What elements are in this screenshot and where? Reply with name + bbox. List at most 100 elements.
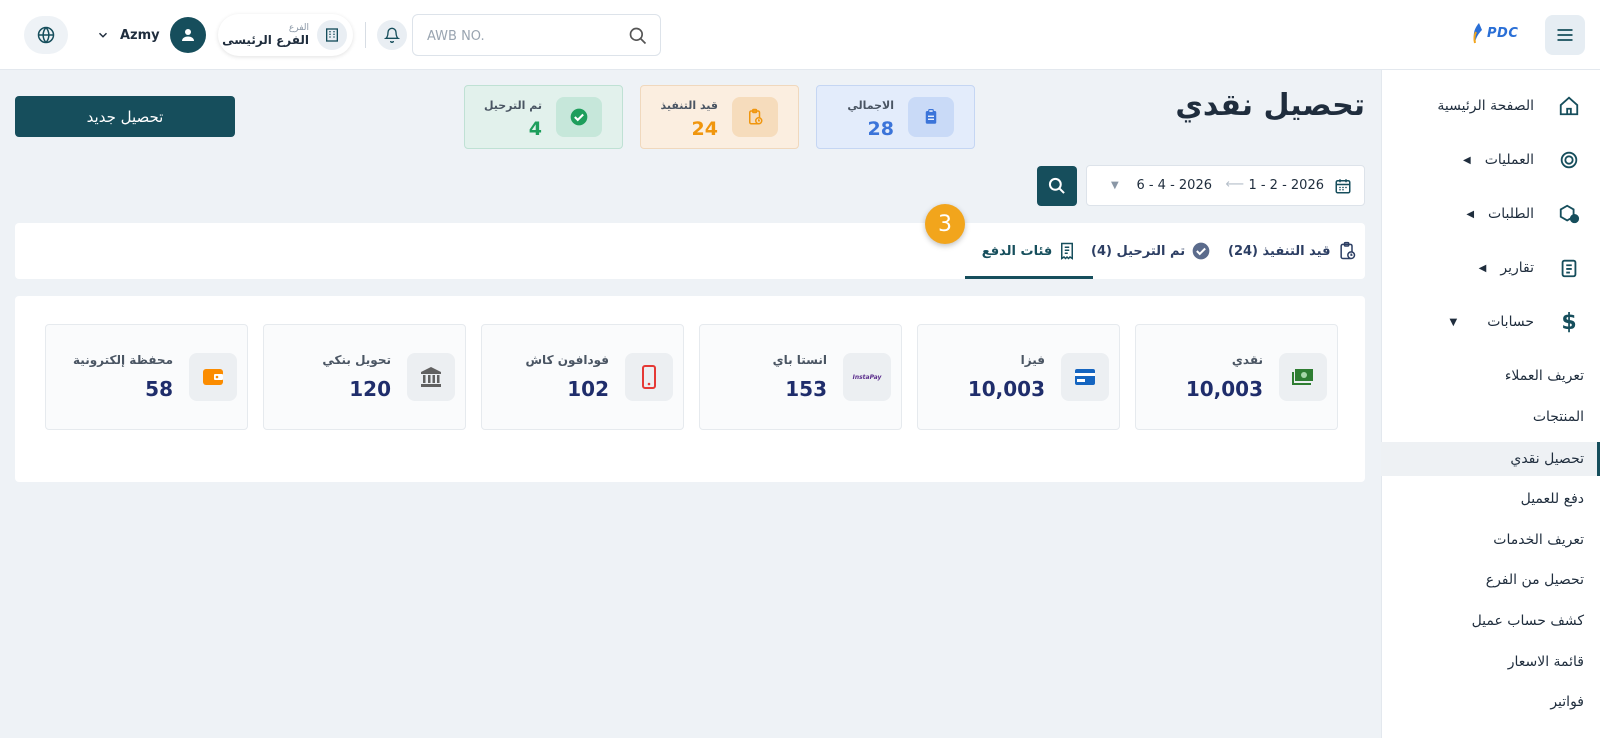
arrow-left-icon: ⟵ [1225, 177, 1244, 192]
date-range-picker[interactable]: 1 - 2 - 2026 ⟵ 6 - 4 - 2026 ▼ [1086, 165, 1365, 206]
logo-text: PDC [1487, 25, 1519, 41]
calendar-icon [1335, 179, 1351, 194]
payment-method-cash: نقدي 10,003 [1135, 324, 1338, 430]
new-collection-button[interactable]: تحصيل جديد [15, 96, 235, 137]
sidebar-item-label: حسابات [1487, 314, 1534, 330]
sidebar-item-label: الصفحة الرئيسية [1437, 98, 1534, 114]
payment-method-e-wallet: محفظة إلكترونية 58 [45, 324, 248, 430]
avatar [169, 17, 206, 53]
sidebar-item-reports[interactable]: تقارير ◀ [1381, 250, 1600, 286]
clipboard-clock-icon [749, 108, 763, 125]
home-icon [1559, 96, 1579, 116]
tabs-bar: قيد التنفيذ (24) تم الترحيل (4) فئات الد… [15, 223, 1365, 279]
awb-search [412, 14, 661, 56]
sidebar-item-accounts[interactable]: $ حسابات ▼ [1381, 304, 1600, 340]
sidebar-subitem-services[interactable]: تعريف الخدمات [1381, 523, 1600, 557]
divider [365, 22, 366, 48]
clipboard-clock-icon [1339, 241, 1355, 260]
step-badge: 3 [925, 204, 965, 244]
payment-method-value: 10,003 [967, 377, 1045, 401]
sidebar-item-label: الطلبات [1488, 206, 1534, 222]
stat-value: 28 [867, 118, 894, 140]
sidebar-subitem-customers[interactable]: تعريف العملاء [1381, 359, 1600, 393]
tab-pending[interactable]: قيد التنفيذ (24) [1228, 223, 1357, 279]
branch-label: الفرع [288, 23, 309, 33]
sidebar-subitem-products[interactable]: المنتجات [1381, 400, 1600, 434]
top-bar: Azmy الفرع الفرع الرئيسى PDC [0, 0, 1600, 70]
app-logo: PDC [1470, 22, 1518, 44]
chevron-down-icon [98, 32, 108, 38]
active-tab-indicator [965, 276, 1093, 279]
payment-method-value: 102 [567, 377, 609, 401]
sidebar-item-label: العمليات [1484, 152, 1534, 168]
sidebar-item-operations[interactable]: العمليات ◀ [1381, 142, 1600, 178]
logo-mark-icon [1473, 23, 1482, 44]
instapay-icon: InstaPay [852, 373, 882, 381]
tab-payment-categories[interactable]: فئات الدفع [965, 223, 1093, 279]
tab-label: قيد التنفيذ (24) [1228, 243, 1331, 259]
sidebar-subitem-cash-collection[interactable]: تحصيل نقدي [1381, 442, 1600, 476]
sidebar-item-home[interactable]: الصفحة الرئيسية [1381, 88, 1600, 124]
sidebar-item-orders[interactable]: الطلبات ◀ [1381, 196, 1600, 232]
stat-label: قيد التنفيذ [660, 99, 718, 112]
sidebar-subitem-price-list[interactable]: قائمة الاسعار [1381, 645, 1600, 679]
sidebar-subitem-branch-collection[interactable]: تحصيل من الفرع [1381, 563, 1600, 597]
branch-value: الفرع الرئيسى [222, 33, 309, 47]
payment-method-label: انستا باي [772, 353, 827, 367]
bank-icon [421, 367, 441, 387]
sidebar: الصفحة الرئيسية العمليات ◀ الطلبات ◀ تقا… [1381, 70, 1600, 738]
payment-method-label: محفظة إلكترونية [73, 353, 173, 367]
caret-left-icon: ◀ [1478, 262, 1487, 274]
caret-down-icon: ▼ [1449, 316, 1458, 328]
notifications-button[interactable] [377, 20, 407, 50]
mobile-icon [642, 365, 656, 389]
sidebar-subitem-invoices[interactable]: فواتير [1381, 685, 1600, 719]
operations-icon [1560, 151, 1578, 169]
stat-pending: قيد التنفيذ 24 [640, 85, 799, 149]
menu-toggle-button[interactable] [1545, 15, 1585, 55]
clipboard-icon [925, 108, 937, 124]
globe-icon [37, 26, 55, 44]
language-button[interactable] [24, 16, 68, 54]
payment-method-value: 153 [785, 377, 827, 401]
page-title: تحصيل نقدي [1175, 88, 1365, 123]
stat-value: 24 [691, 118, 718, 140]
search-button[interactable] [1037, 166, 1077, 206]
stat-label: تم الترحيل [483, 99, 542, 112]
search-icon [1048, 177, 1065, 194]
caret-left-icon: ◀ [1462, 154, 1471, 166]
reports-icon [1561, 259, 1577, 278]
hamburger-icon [1557, 29, 1573, 41]
tab-label: فئات الدفع [981, 243, 1053, 259]
awb-search-input[interactable] [427, 25, 617, 47]
card-icon [1075, 369, 1095, 385]
caret-left-icon: ◀ [1466, 208, 1475, 220]
payment-method-instapay: InstaPay انستا باي 153 [699, 324, 902, 430]
payment-method-label: فيزا [1020, 353, 1045, 367]
stat-total: الاجمالي 28 [816, 85, 975, 149]
branch-selector[interactable]: الفرع الفرع الرئيسى [218, 14, 353, 56]
payment-method-label: تحويل بنكي [322, 353, 391, 367]
check-circle-icon [1192, 242, 1210, 260]
date-to: 6 - 4 - 2026 [1136, 178, 1212, 193]
building-icon [317, 20, 347, 50]
username: Azmy [120, 27, 160, 43]
user-menu[interactable]: Azmy [96, 16, 206, 54]
sidebar-item-label: تقارير [1500, 260, 1534, 276]
tab-posted[interactable]: تم الترحيل (4) [1091, 223, 1211, 279]
wallet-icon [203, 369, 223, 385]
sidebar-subitem-statement[interactable]: كشف حساب عميل [1381, 604, 1600, 638]
payment-method-bank-transfer: تحويل بنكي 120 [263, 324, 466, 430]
date-from: 1 - 2 - 2026 [1248, 178, 1324, 193]
orders-icon [1559, 204, 1580, 224]
search-icon[interactable] [628, 26, 648, 46]
payment-method-label: نقدي [1231, 353, 1263, 367]
cash-icon [1292, 369, 1313, 385]
bell-icon [384, 27, 400, 43]
stat-value: 4 [528, 118, 542, 140]
payment-method-value: 58 [145, 377, 173, 401]
stat-label: الاجمالي [847, 99, 894, 112]
stat-done: تم الترحيل 4 [464, 85, 623, 149]
dollar-icon: $ [1561, 309, 1577, 335]
sidebar-subitem-pay-customer[interactable]: دفع للعميل [1381, 482, 1600, 516]
